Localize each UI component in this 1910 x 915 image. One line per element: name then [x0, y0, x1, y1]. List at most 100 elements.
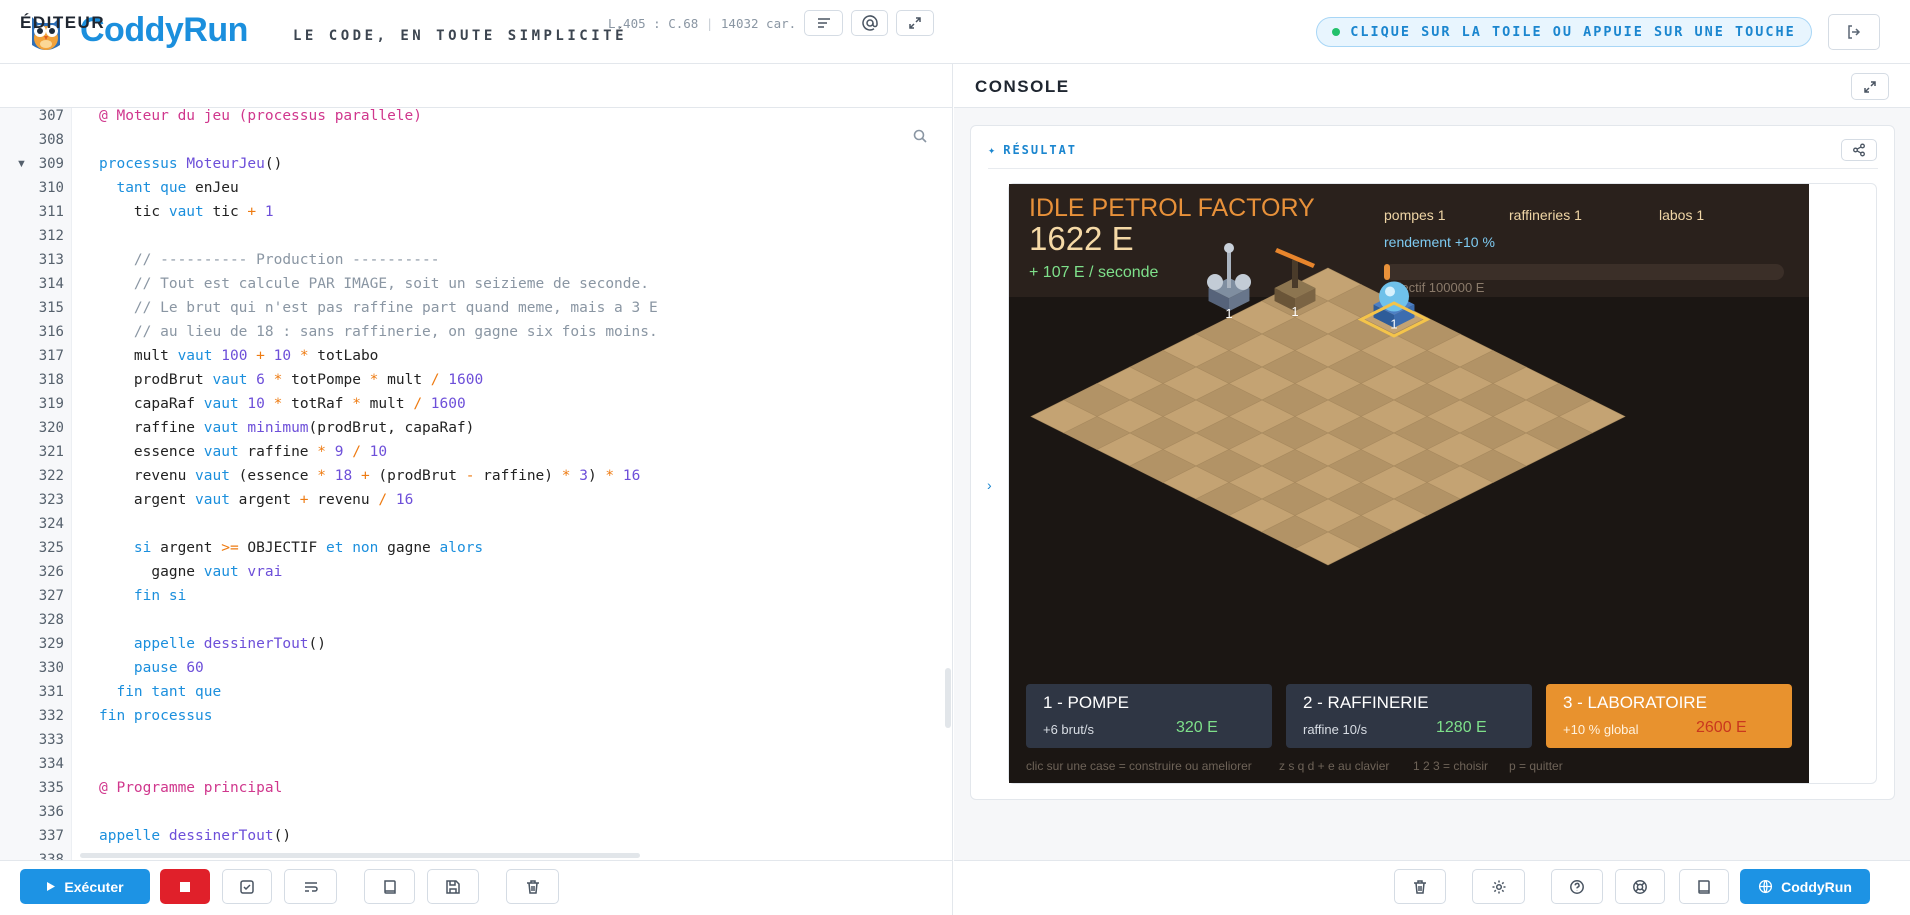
wrap-lines-button[interactable]	[284, 869, 337, 904]
chevron-right-icon[interactable]: ›	[987, 477, 992, 493]
expand-icon	[909, 17, 921, 29]
run-label: Exécuter	[64, 878, 124, 895]
help-keys: z s q d + e au clavier	[1279, 759, 1390, 773]
pump-tank-right	[1235, 274, 1251, 290]
trash-icon	[1414, 879, 1426, 894]
code-line: revenu vaut (essence * 18 + (prodBrut - …	[99, 468, 641, 484]
docs-button[interactable]	[364, 869, 415, 904]
line-number: 328	[38, 612, 64, 628]
lab-dome-highlight	[1385, 286, 1395, 297]
card-price: 2600 E	[1696, 719, 1747, 736]
clear-console-button[interactable]	[1394, 869, 1446, 904]
help-button[interactable]	[1551, 869, 1603, 904]
console-title: CONSOLE	[975, 77, 1070, 96]
gear-icon	[1492, 880, 1505, 893]
help-quit: p = quitter	[1509, 759, 1563, 773]
lifebuoy-icon	[1633, 879, 1647, 894]
card-title: 3 - LABORATOIRE	[1563, 693, 1707, 712]
sparkle-icon: ✦	[988, 143, 998, 157]
code-line: gagne vaut vrai	[99, 564, 283, 580]
code-editor[interactable]: @ Moteur du jeu (processus parallele) pro…	[72, 108, 953, 860]
insert-at-button[interactable]	[851, 10, 888, 36]
stop-icon	[180, 881, 190, 892]
save-icon	[446, 879, 460, 894]
expand-console-button[interactable]	[1851, 73, 1889, 100]
code-line: // ---------- Production ----------	[99, 252, 440, 268]
line-number: 333	[38, 732, 64, 748]
top-bar: CoddyRun LE CODE, EN TOUTE SIMPLICITÉ CL…	[0, 0, 1910, 64]
code-line: appelle dessinerTout()	[99, 828, 292, 844]
horizontal-scrollbar[interactable]	[80, 853, 640, 858]
format-code-button[interactable]	[804, 10, 843, 36]
line-number: 316	[38, 324, 64, 340]
build-card-refinery[interactable]: 2 - RAFFINERIE raffine 10/s 1280 E	[1286, 684, 1532, 748]
line-number: 310	[38, 180, 64, 196]
expand-editor-button[interactable]	[896, 10, 934, 36]
line-number: 337	[38, 828, 64, 844]
pump-level: 1	[1225, 306, 1232, 321]
build-card-pump[interactable]: 1 - POMPE +6 brut/s 320 E	[1026, 684, 1272, 748]
check-code-button[interactable]	[222, 869, 272, 904]
line-number: 332	[38, 708, 64, 724]
logout-button[interactable]	[1828, 14, 1880, 50]
code-line: // Le brut qui n'est pas raffine part qu…	[99, 300, 658, 316]
docs-button[interactable]	[1679, 869, 1729, 904]
fold-arrow-icon[interactable]: ▼	[16, 152, 27, 176]
card-desc: raffine 10/s	[1303, 722, 1368, 737]
code-line: // au lieu de 18 : sans raffinerie, on g…	[99, 324, 658, 340]
code-line: fin processus	[99, 708, 213, 724]
play-icon	[47, 882, 56, 891]
line-number: 331	[38, 684, 64, 700]
code-line: appelle dessinerTout()	[133, 636, 326, 652]
check-square-icon	[240, 879, 254, 894]
editor-header	[0, 64, 953, 108]
line-number: 308	[38, 132, 64, 148]
settings-button[interactable]	[1472, 869, 1525, 904]
share-icon	[1853, 143, 1865, 157]
line-number-gutter: 307 308 309 ▼ 310 311 312 313 314 315 316 317 318 319…	[0, 108, 72, 860]
line-number: 313	[38, 252, 64, 268]
line-number: 315	[38, 300, 64, 316]
line-number: 312	[38, 228, 64, 244]
line-number: 319	[38, 396, 64, 412]
game-canvas[interactable]: IDLE PETROL FACTORY 1622 E + 107 E / sec…	[1009, 184, 1809, 783]
stop-button[interactable]	[160, 869, 210, 904]
card-title: 1 - POMPE	[1043, 693, 1129, 712]
logout-icon	[1848, 25, 1861, 39]
app-window: CoddyRun LE CODE, EN TOUTE SIMPLICITÉ CL…	[0, 0, 1910, 915]
code-line: capaRaf vaut 10 * totRaf * mult / 1600	[99, 396, 466, 412]
run-button[interactable]: Exécuter	[20, 869, 150, 904]
at-sign-icon	[861, 15, 878, 31]
line-number: 322	[38, 468, 64, 484]
line-number: 324	[38, 516, 64, 532]
line-number: 334	[38, 756, 64, 772]
build-card-lab[interactable]: 3 - LABORATOIRE +10 % global 2600 E	[1546, 684, 1792, 748]
refinery-pipe	[1292, 260, 1298, 288]
card-price: 1280 E	[1436, 719, 1487, 736]
code-line: argent vaut argent + revenu / 16	[99, 492, 414, 508]
code-line: si argent >= OBJECTIF et non gagne alors	[133, 540, 484, 556]
line-number: 323	[38, 492, 64, 508]
save-button[interactable]	[427, 869, 479, 904]
code-line: fin si	[133, 588, 187, 604]
question-circle-icon	[1570, 879, 1584, 894]
console-header	[954, 64, 1910, 108]
line-number: 330	[38, 660, 64, 676]
refinery-level: 1	[1291, 304, 1298, 319]
code-line: @ Moteur du jeu (processus parallele)	[99, 108, 423, 124]
line-number: 326	[38, 564, 64, 580]
vertical-scrollbar[interactable]	[945, 668, 951, 728]
support-button[interactable]	[1615, 869, 1665, 904]
share-button[interactable]	[1841, 139, 1877, 161]
code-line: pause 60	[133, 660, 204, 676]
line-number: 309	[38, 156, 64, 172]
coddyrun-site-button[interactable]: CoddyRun	[1740, 869, 1870, 904]
pump-tank-left	[1207, 274, 1223, 290]
tagline: LE CODE, EN TOUTE SIMPLICITÉ	[293, 28, 628, 44]
delete-button[interactable]	[506, 869, 559, 904]
cursor-line-col: L.405 : C.68	[608, 16, 699, 31]
divider	[988, 168, 1878, 169]
code-line: essence vaut raffine * 9 / 10	[99, 444, 388, 460]
search-icon[interactable]	[912, 128, 928, 144]
line-number: 336	[38, 804, 64, 820]
